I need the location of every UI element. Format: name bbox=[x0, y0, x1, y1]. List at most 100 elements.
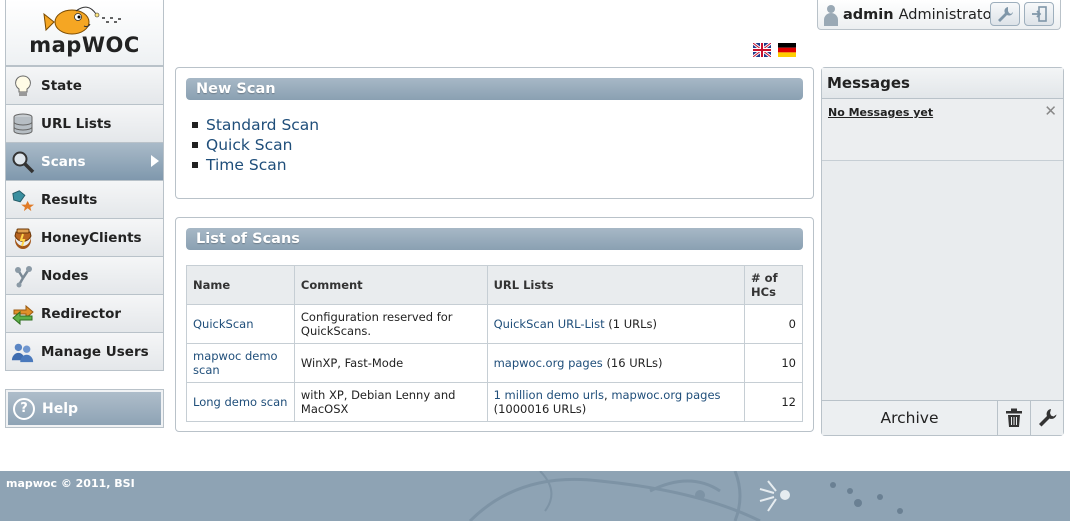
sidebar-item-label: Scans bbox=[41, 153, 86, 170]
new-scan-links: Standard Scan Quick Scan Time Scan bbox=[192, 115, 319, 175]
logout-icon bbox=[1032, 6, 1047, 22]
sidebar-item-results[interactable]: Results bbox=[6, 180, 163, 218]
scan-hcs: 12 bbox=[744, 382, 803, 422]
scan-name-link[interactable]: mapwoc demo scan bbox=[193, 349, 278, 377]
col-header-comment[interactable]: Comment bbox=[293, 265, 488, 305]
standard-scan-link[interactable]: Standard Scan bbox=[206, 116, 319, 134]
page-footer: mapwoc © 2011, BSI bbox=[0, 471, 1070, 521]
honeypot-icon bbox=[11, 226, 35, 250]
url-list-link[interactable]: 1 million demo urls bbox=[494, 388, 604, 402]
scan-name-link[interactable]: QuickScan bbox=[193, 317, 253, 331]
new-scan-title: New Scan bbox=[186, 78, 803, 100]
sidebar-item-label: URL Lists bbox=[41, 115, 112, 132]
url-list-link[interactable]: QuickScan URL-List bbox=[494, 317, 605, 331]
messages-title: Messages bbox=[822, 68, 1063, 99]
trash-icon bbox=[1006, 408, 1022, 427]
sidebar-item-state[interactable]: State bbox=[6, 66, 163, 104]
scan-name-link[interactable]: Long demo scan bbox=[193, 395, 287, 409]
logout-button[interactable] bbox=[1024, 2, 1054, 26]
sidebar-nav: State URL Lists Scans Results HoneyClien… bbox=[5, 66, 164, 371]
help-icon: ? bbox=[13, 397, 35, 420]
time-scan-link[interactable]: Time Scan bbox=[206, 156, 287, 174]
col-header-hcs[interactable]: # of HCs bbox=[744, 265, 803, 305]
message-text: No Messages yet bbox=[828, 106, 934, 119]
results-icon bbox=[11, 188, 35, 212]
messages-footer: Archive bbox=[822, 400, 1063, 435]
logo-text: mapWOC bbox=[29, 33, 140, 57]
users-icon bbox=[11, 340, 35, 364]
sidebar-item-label: HoneyClients bbox=[41, 229, 142, 246]
scan-comment: Configuration reserved for QuickScans. bbox=[293, 304, 488, 344]
database-icon bbox=[11, 112, 35, 136]
scan-hcs: 10 bbox=[744, 343, 803, 383]
wrench-icon bbox=[998, 7, 1013, 22]
archive-button[interactable]: Archive bbox=[822, 401, 997, 435]
sidebar-item-honeyclients[interactable]: HoneyClients bbox=[6, 218, 163, 256]
table-row: Long demo scan with XP, Debian Lenny and… bbox=[186, 382, 803, 422]
lightbulb-icon bbox=[11, 74, 35, 98]
footer-copyright: mapwoc © 2011, BSI bbox=[6, 477, 135, 490]
scan-url-lists: mapwoc.org pages (16 URLs) bbox=[486, 343, 746, 383]
sidebar-item-scans[interactable]: Scans bbox=[6, 142, 163, 180]
scans-table: Name Comment URL Lists # of HCs QuickScan… bbox=[186, 265, 803, 422]
flag-de-icon[interactable] bbox=[778, 43, 796, 57]
table-row: mapwoc demo scan WinXP, Fast-Mode mapwoc… bbox=[186, 343, 803, 383]
user-settings-button[interactable] bbox=[990, 2, 1020, 26]
user-role: Administrator bbox=[898, 6, 998, 23]
wrench-icon bbox=[1039, 409, 1057, 427]
sidebar-item-label: Nodes bbox=[41, 267, 89, 284]
sidebar-item-label: State bbox=[41, 77, 82, 94]
help-box: ? Help bbox=[5, 389, 164, 428]
table-row: QuickScan Configuration reserved for Qui… bbox=[186, 304, 803, 344]
url-count: (1000016 URLs) bbox=[493, 402, 587, 416]
scan-list-panel: List of Scans Name Comment URL Lists # o… bbox=[175, 217, 814, 432]
table-header-row: Name Comment URL Lists # of HCs bbox=[186, 265, 803, 305]
app-logo[interactable]: mapWOC bbox=[5, 0, 164, 66]
bullet-icon bbox=[192, 162, 198, 168]
user-box: admin Administrator bbox=[817, 0, 1061, 30]
col-header-hcs-line1: # of bbox=[751, 271, 778, 285]
sidebar-item-label: Manage Users bbox=[41, 343, 149, 360]
list-item: Standard Scan bbox=[192, 115, 319, 135]
flag-uk-icon[interactable] bbox=[753, 43, 771, 57]
sidebar-item-label: Redirector bbox=[41, 305, 122, 322]
user-name: admin bbox=[843, 6, 894, 23]
delete-messages-button[interactable] bbox=[997, 401, 1030, 435]
url-list-link[interactable]: mapwoc.org pages bbox=[611, 388, 720, 402]
scan-hcs: 0 bbox=[744, 304, 803, 344]
redirect-arrows-icon bbox=[11, 302, 35, 326]
messages-panel: Messages No Messages yet ✕ Archive bbox=[821, 67, 1064, 436]
sidebar-item-url-lists[interactable]: URL Lists bbox=[6, 104, 163, 142]
bullet-icon bbox=[192, 142, 198, 148]
language-switcher bbox=[753, 43, 796, 57]
message-settings-button[interactable] bbox=[1030, 401, 1063, 435]
help-button[interactable]: ? Help bbox=[8, 392, 161, 425]
quick-scan-link[interactable]: Quick Scan bbox=[206, 136, 292, 154]
close-icon[interactable]: ✕ bbox=[1044, 102, 1057, 120]
bullet-icon bbox=[192, 122, 198, 128]
scan-url-lists: QuickScan URL-List (1 URLs) bbox=[486, 304, 746, 344]
message-item: No Messages yet ✕ bbox=[822, 99, 1063, 161]
help-label: Help bbox=[42, 400, 79, 417]
scan-comment: with XP, Debian Lenny and MacOSX bbox=[293, 382, 488, 422]
sidebar-item-label: Results bbox=[41, 191, 98, 208]
url-count: (1 URLs) bbox=[608, 317, 657, 331]
footer-fish-artwork-icon bbox=[468, 471, 903, 521]
col-header-url-lists[interactable]: URL Lists bbox=[486, 265, 746, 305]
col-header-name[interactable]: Name bbox=[186, 265, 295, 305]
scan-comment: WinXP, Fast-Mode bbox=[293, 343, 488, 383]
user-avatar-icon bbox=[824, 4, 838, 26]
url-list-link[interactable]: mapwoc.org pages bbox=[494, 356, 603, 370]
magnifier-icon bbox=[11, 150, 35, 174]
nodes-icon bbox=[11, 264, 35, 288]
sidebar-item-redirector[interactable]: Redirector bbox=[6, 294, 163, 332]
list-item: Time Scan bbox=[192, 155, 319, 175]
url-count: (16 URLs) bbox=[606, 356, 663, 370]
sidebar-item-nodes[interactable]: Nodes bbox=[6, 256, 163, 294]
scan-list-title: List of Scans bbox=[186, 228, 803, 250]
scan-url-lists: 1 million demo urls, mapwoc.org pages (1… bbox=[486, 382, 746, 422]
list-item: Quick Scan bbox=[192, 135, 319, 155]
sidebar-item-manage-users[interactable]: Manage Users bbox=[6, 332, 163, 370]
col-header-hcs-line2: HCs bbox=[751, 285, 776, 299]
new-scan-panel: New Scan Standard Scan Quick Scan Time S… bbox=[175, 67, 814, 199]
